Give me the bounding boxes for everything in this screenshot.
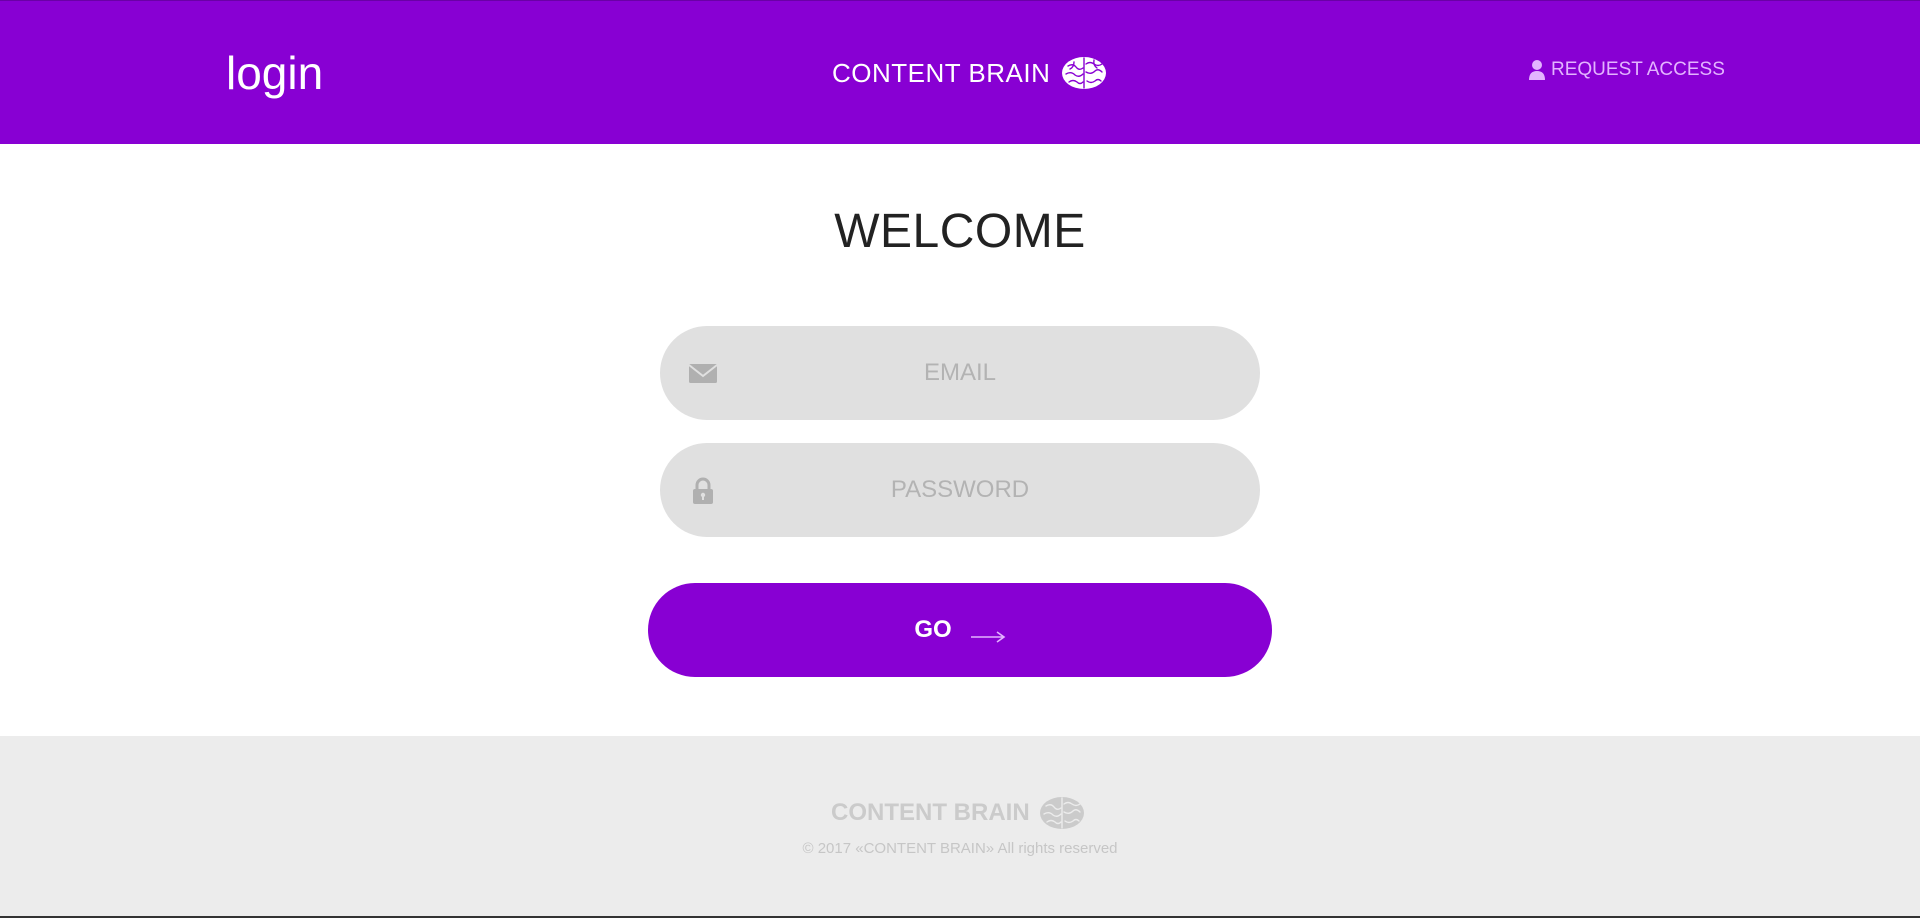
copyright-text: © 2017 «CONTENT BRAIN» All rights reserv…	[802, 840, 1118, 857]
brain-icon	[1038, 794, 1086, 832]
request-access-link[interactable]: REQUEST ACCESS	[1528, 59, 1725, 81]
arrow-right-icon	[970, 623, 1006, 643]
footer: CONTENT BRAIN © 2017 «CONTENT BRAIN» All…	[0, 736, 1920, 918]
brand-logo[interactable]: CONTENT BRAIN	[832, 53, 1108, 93]
email-input[interactable]	[660, 326, 1260, 420]
email-field[interactable]	[660, 326, 1260, 420]
footer-brand-name: CONTENT BRAIN	[831, 799, 1030, 826]
welcome-heading: WELCOME	[834, 205, 1086, 258]
header-bar: login CONTENT BRAIN REQUEST ACCESS	[0, 0, 1920, 144]
request-access-label: REQUEST ACCESS	[1551, 59, 1725, 80]
go-button[interactable]: GO	[648, 583, 1272, 677]
password-field[interactable]	[660, 443, 1260, 537]
person-icon	[1528, 59, 1546, 81]
page-title: login	[226, 47, 324, 99]
brand-name: CONTENT BRAIN	[832, 57, 1051, 88]
password-input[interactable]	[660, 443, 1260, 537]
go-button-label: GO	[914, 616, 952, 643]
brain-icon	[1060, 54, 1108, 92]
footer-brand-logo: CONTENT BRAIN	[831, 794, 1086, 832]
